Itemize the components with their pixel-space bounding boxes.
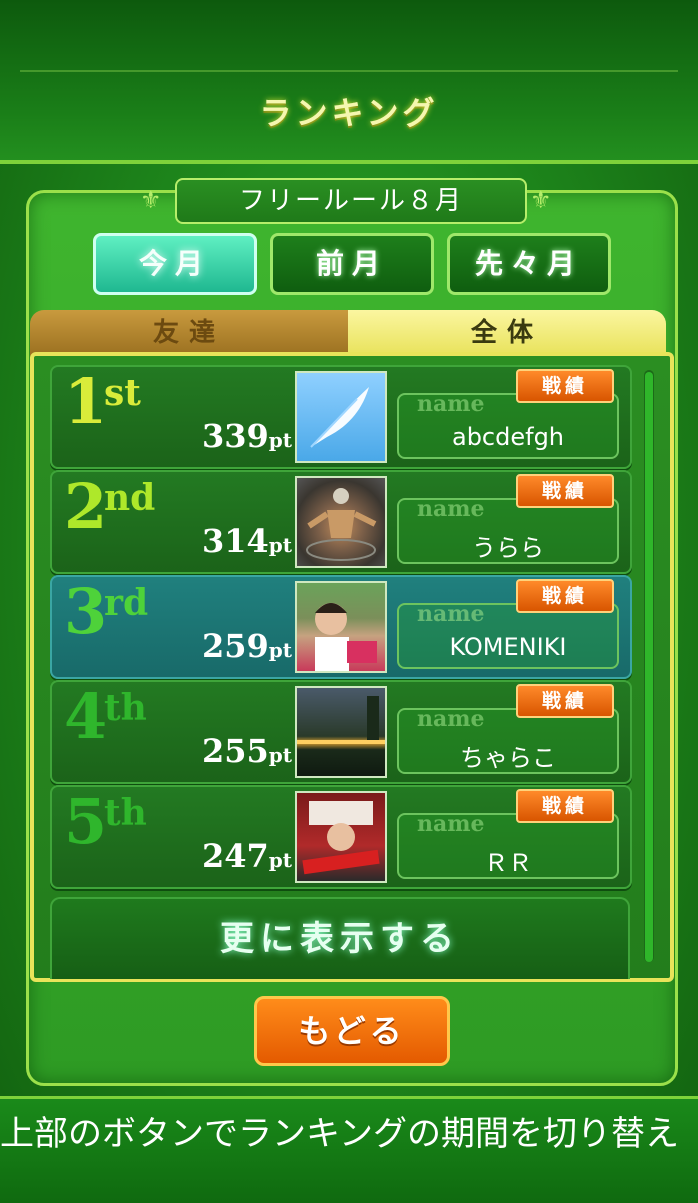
player-name: うらら <box>472 534 544 562</box>
avatar[interactable] <box>295 686 387 778</box>
rank-number: 5 <box>64 785 108 858</box>
help-message: 上部のボタンでランキングの期間を切り替え <box>0 1114 679 1154</box>
rank-number: 1 <box>64 365 108 438</box>
ranking-row-3: 3 rd 259pt name KOMENIKI 戦績 <box>50 575 632 679</box>
scrollbar[interactable] <box>644 370 654 962</box>
page-title: ランキング <box>259 94 439 132</box>
score: 339pt <box>202 417 292 455</box>
score-value: 259 <box>202 627 269 665</box>
red-ribbon-logo-icon <box>302 801 380 875</box>
avatar[interactable] <box>295 476 387 568</box>
rank-number: 2 <box>64 470 108 543</box>
rank-number: 3 <box>64 575 108 648</box>
statue-photo-icon <box>306 488 377 561</box>
score-value: 314 <box>202 522 269 560</box>
score-unit: pt <box>268 743 293 767</box>
ranking-row-4: 4 th 255pt name ちゃらこ 戦績 <box>50 680 632 784</box>
score: 314pt <box>202 522 292 560</box>
header-frame <box>0 0 698 164</box>
show-more-button[interactable]: 更に表示する <box>50 897 630 979</box>
score-value: 339 <box>202 417 269 455</box>
back-button[interactable]: もどる <box>254 996 450 1066</box>
name-tag: name <box>417 601 485 627</box>
this-month-button[interactable]: 今月 <box>93 233 257 295</box>
tab-all[interactable]: 全体 <box>348 310 666 356</box>
name-tag: name <box>417 706 485 732</box>
rank-number: 4 <box>64 680 108 753</box>
last-month-button[interactable]: 前月 <box>270 233 434 295</box>
scrollbar-thumb[interactable] <box>645 372 653 962</box>
name-tag: name <box>417 391 485 417</box>
score: 259pt <box>202 627 292 665</box>
frame-divider <box>20 70 678 72</box>
rank-suffix: rd <box>104 582 149 624</box>
rank-suffix: nd <box>104 477 156 519</box>
score-unit: pt <box>268 428 293 452</box>
stats-button[interactable]: 戦績 <box>516 789 614 823</box>
rank-suffix: th <box>104 687 147 729</box>
rank-suffix: th <box>104 792 147 834</box>
tab-friends[interactable]: 友達 <box>30 310 348 356</box>
avatar[interactable] <box>295 581 387 673</box>
player-name: KOMENIKI <box>449 633 567 661</box>
feather-icon <box>310 387 369 448</box>
night-road-photo-icon <box>297 696 385 744</box>
stats-button[interactable]: 戦績 <box>516 579 614 613</box>
ranking-row-2: 2 nd 314pt name うらら 戦績 <box>50 470 632 574</box>
stats-button[interactable]: 戦績 <box>516 684 614 718</box>
player-name: ちゃらこ <box>460 744 556 772</box>
score-unit: pt <box>268 848 293 872</box>
stats-button[interactable]: 戦績 <box>516 369 614 403</box>
ornament-right-icon: ⚜ <box>530 186 552 214</box>
avatar[interactable] <box>295 791 387 883</box>
name-tag: name <box>417 496 485 522</box>
child-photo-icon <box>315 603 377 671</box>
ranking-row-5: 5 th 247pt name ＲＲ 戦績 <box>50 785 632 889</box>
score-unit: pt <box>268 638 293 662</box>
score-value: 247 <box>202 837 269 875</box>
period-label: フリールール８月 <box>175 178 527 224</box>
score: 255pt <box>202 732 292 770</box>
player-name: ＲＲ <box>484 849 532 877</box>
score-value: 255 <box>202 732 269 770</box>
two-months-ago-button[interactable]: 先々月 <box>447 233 611 295</box>
avatar[interactable] <box>295 371 387 463</box>
ornament-left-icon: ⚜ <box>140 186 162 214</box>
ranking-row-1: 1 st 339pt name abcdefgh 戦績 <box>50 365 632 469</box>
score: 247pt <box>202 837 292 875</box>
rank-suffix: st <box>104 372 141 414</box>
score-unit: pt <box>268 533 293 557</box>
stats-button[interactable]: 戦績 <box>516 474 614 508</box>
player-name: abcdefgh <box>451 423 565 451</box>
name-tag: name <box>417 811 485 837</box>
